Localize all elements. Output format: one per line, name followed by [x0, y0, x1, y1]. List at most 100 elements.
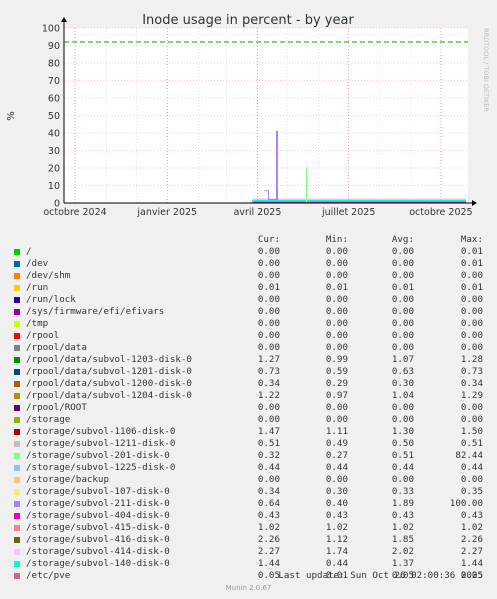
x-tick-label: juillet 2025 [321, 207, 375, 218]
legend-avg: 0.00 [391, 258, 414, 269]
legend-item: /storage/subvol-140-disk-0 1.44 0.44 1.37 1.… [0, 558, 497, 570]
legend-item: /sys/firmware/efi/efivars 0.00 0.00 0.00 0.0… [0, 306, 497, 318]
legend-min: 0.00 [325, 246, 348, 257]
legend-cur: 0.01 [257, 282, 280, 293]
legend-label: /etc/pve [26, 570, 71, 581]
legend-cur: 2.27 [257, 546, 280, 557]
legend-min: 0.00 [325, 270, 348, 281]
plot-area: 0102030405060708090100octobre 2024 janvie… [42, 17, 477, 218]
legend-label: /storage/subvol-414-disk-0 [26, 546, 170, 557]
legend-swatch [14, 273, 20, 279]
legend-cur: 1.44 [257, 558, 280, 569]
legend-item: /rpool/ROOT 0.00 0.00 0.00 0.00 [0, 402, 497, 414]
legend-max: 0.00 [460, 474, 483, 485]
legend-min: 0.49 [325, 438, 348, 449]
legend-max: 0.00 [460, 402, 483, 413]
side-label: RRDTOOL / TOBI OETIKER [482, 28, 490, 112]
legend-item: /storage/subvol-1106-disk-0 1.47 1.11 1.30 1… [0, 426, 497, 438]
legend-label: /storage/subvol-140-disk-0 [26, 558, 170, 569]
legend-label: /sys/firmware/efi/efivars [26, 306, 165, 317]
legend-label: /storage/subvol-1225-disk-0 [26, 462, 176, 473]
legend-swatch [14, 537, 20, 543]
y-axis-label: % [6, 111, 17, 121]
y-tick-label: 30 [48, 146, 60, 157]
legend-label: /run [26, 282, 49, 293]
legend-min: 0.00 [325, 402, 348, 413]
legend-min: 0.99 [325, 354, 348, 365]
legend-swatch [14, 393, 20, 399]
legend-avg: 0.44 [391, 462, 414, 473]
legend-max: 0.01 [460, 258, 483, 269]
legend-avg: 1.89 [391, 498, 414, 509]
legend-avg: 0.51 [391, 450, 414, 461]
legend-label: /storage [26, 414, 71, 425]
chart-title: Inode usage in percent - by year [142, 13, 354, 28]
legend-max: 0.43 [460, 510, 483, 521]
legend-cur: 0.00 [257, 414, 280, 425]
legend-avg: 0.50 [391, 438, 414, 449]
legend-label: /storage/subvol-415-disk-0 [26, 522, 170, 533]
legend-max: 2.26 [460, 534, 483, 545]
legend-item: /storage/subvol-107-disk-0 0.34 0.30 0.33 0.… [0, 486, 497, 498]
legend-avg: 0.63 [391, 366, 414, 377]
legend-item: /rpool/data/subvol-1203-disk-0 1.27 0.99 1.… [0, 354, 497, 366]
legend-cur: 0.00 [257, 306, 280, 317]
legend-max: 0.00 [460, 414, 483, 425]
legend-avg: 0.00 [391, 318, 414, 329]
legend-avg: 1.37 [391, 558, 414, 569]
legend-label: /rpool/data/subvol-1203-disk-0 [26, 354, 192, 365]
legend-cur: 0.00 [257, 294, 280, 305]
legend-cur: 0.32 [257, 450, 280, 461]
legend-label: /rpool [26, 330, 60, 341]
legend-label: / [26, 246, 32, 257]
legend-swatch [14, 381, 20, 387]
legend-min: 0.97 [325, 390, 348, 401]
legend-item: /run 0.01 0.01 0.01 0.01 [0, 282, 497, 294]
legend-label: /rpool/data/subvol-1201-disk-0 [26, 366, 192, 377]
legend-item: /rpool/data/subvol-1204-disk-0 1.22 0.97 1.… [0, 390, 497, 402]
legend-header: Cur: Min: Avg: Max: [0, 234, 497, 246]
legend-avg: 1.04 [391, 390, 414, 401]
legend-item: /rpool 0.00 0.00 0.00 0.00 [0, 330, 497, 342]
legend-max: 1.29 [460, 390, 483, 401]
legend-avg: 0.00 [391, 402, 414, 413]
legend-cur: 0.51 [257, 438, 280, 449]
legend-max: 1.02 [460, 522, 483, 533]
legend-item: /storage/subvol-414-disk-0 2.27 1.74 2.02 2.… [0, 546, 497, 558]
legend-max: 0.35 [460, 486, 483, 497]
legend-avg: 0.30 [391, 378, 414, 389]
legend-swatch [14, 513, 20, 519]
legend-swatch [14, 429, 20, 435]
legend-swatch [14, 345, 20, 351]
y-tick-label: 70 [48, 76, 60, 87]
header-min: Min: [325, 234, 348, 245]
legend-item: /run/lock 0.00 0.00 0.00 0.00 [0, 294, 497, 306]
legend-max: 0.01 [460, 282, 483, 293]
legend-item: /tmp 0.00 0.00 0.00 0.00 [0, 318, 497, 330]
legend-label: /tmp [26, 318, 49, 329]
legend-cur: 0.73 [257, 366, 280, 377]
legend-label: /storage/subvol-1211-disk-0 [26, 438, 176, 449]
legend-cur: 0.00 [257, 342, 280, 353]
legend-max: 0.00 [460, 342, 483, 353]
legend-item: /dev/shm 0.00 0.00 0.00 0.00 [0, 270, 497, 282]
legend-min: 0.44 [325, 558, 348, 569]
legend-avg: 0.00 [391, 330, 414, 341]
legend-cur: 0.44 [257, 462, 280, 473]
legend-min: 0.29 [325, 378, 348, 389]
y-tick-label: 60 [48, 94, 60, 105]
legend-label: /storage/subvol-416-disk-0 [26, 534, 170, 545]
legend-label: /storage/subvol-1106-disk-0 [26, 426, 176, 437]
x-tick-label: janvier 2025 [136, 207, 197, 218]
legend-cur: 2.26 [257, 534, 280, 545]
legend-cur: 0.05 [257, 570, 280, 581]
legend-avg: 1.07 [391, 354, 414, 365]
y-axis-arrow [61, 17, 67, 22]
legend-max: 0.00 [460, 294, 483, 305]
legend-avg: 1.02 [391, 522, 414, 533]
legend-min: 0.44 [325, 462, 348, 473]
legend-swatch [14, 297, 20, 303]
legend-swatch [14, 465, 20, 471]
legend-swatch [14, 357, 20, 363]
legend-item: /storage/subvol-211-disk-0 0.64 0.40 1.89 10… [0, 498, 497, 510]
